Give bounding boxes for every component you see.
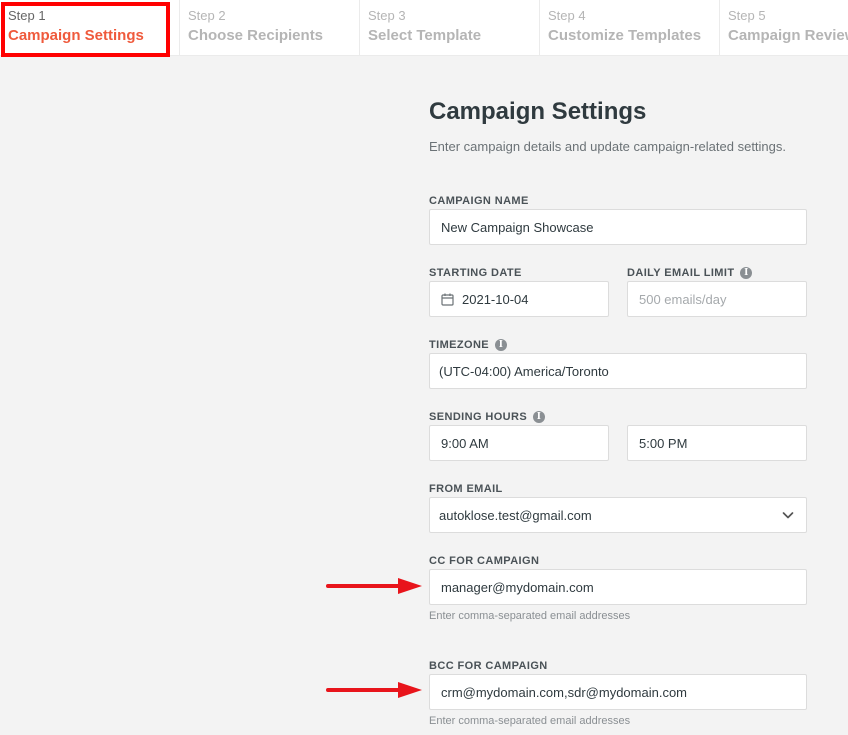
from-email-label: FROM EMAIL: [429, 482, 503, 496]
settings-header: Campaign Settings Enter campaign details…: [429, 96, 807, 156]
sending-hours-label: SENDING HOURS i: [429, 410, 546, 424]
step-title: Choose Recipients: [188, 27, 324, 44]
campaign-name-label: CAMPAIGN NAME: [429, 194, 529, 208]
from-email-select[interactable]: autoklose.test@gmail.com: [429, 497, 807, 533]
step-number: Step 3: [368, 8, 406, 23]
label-text: FROM EMAIL: [429, 483, 503, 495]
step-number: Step 2: [188, 8, 226, 23]
info-icon[interactable]: i: [533, 411, 546, 423]
step-choose-recipients[interactable]: Step 2 Choose Recipients: [180, 0, 360, 55]
info-icon[interactable]: i: [495, 339, 508, 351]
sending-hours-end-input[interactable]: 5:00 PM: [627, 425, 807, 461]
step-title: Campaign Settings: [8, 27, 144, 44]
sending-hours-start-input[interactable]: 9:00 AM: [429, 425, 609, 461]
page-title: Campaign Settings: [429, 98, 647, 125]
field-placeholder: 500 emails/day: [639, 291, 727, 307]
field-value: autoklose.test@gmail.com: [439, 507, 592, 523]
chevron-down-icon: [782, 509, 794, 524]
label-text: TIMEZONE: [429, 339, 490, 351]
field-value: 2021-10-04: [462, 291, 529, 307]
page-subtitle: Enter campaign details and update campai…: [429, 139, 786, 154]
field-value: 9:00 AM: [441, 435, 489, 451]
annotation-arrow-bcc: [326, 682, 422, 698]
label-text: CC FOR CAMPAIGN: [429, 555, 540, 567]
step-number: Step 5: [728, 8, 766, 23]
step-customize-templates[interactable]: Step 4 Customize Templates: [540, 0, 720, 55]
wizard-steps: Step 1 Campaign Settings Step 2 Choose R…: [0, 0, 848, 56]
field-value: manager@mydomain.com: [441, 579, 594, 595]
step-title: Customize Templates: [548, 27, 702, 44]
cc-campaign-label: CC FOR CAMPAIGN: [429, 554, 539, 568]
cc-hint: Enter comma-separated email addresses: [429, 610, 631, 622]
annotation-arrow-cc: [326, 578, 422, 594]
campaign-name-input[interactable]: New Campaign Showcase: [429, 209, 807, 245]
calendar-icon: [441, 293, 454, 306]
timezone-select[interactable]: (UTC-04:00) America/Toronto: [429, 353, 807, 389]
daily-email-limit-input[interactable]: 500 emails/day: [627, 281, 807, 317]
label-text: SENDING HOURS: [429, 411, 528, 423]
step-campaign-review[interactable]: Step 5 Campaign Review: [720, 0, 848, 55]
step-select-template[interactable]: Step 3 Select Template: [360, 0, 540, 55]
starting-date-input[interactable]: 2021-10-04: [429, 281, 609, 317]
bcc-email-input[interactable]: crm@mydomain.com,sdr@mydomain.com: [429, 674, 807, 710]
field-value: New Campaign Showcase: [441, 219, 594, 235]
label-text: BCC FOR CAMPAIGN: [429, 660, 548, 672]
bcc-hint: Enter comma-separated email addresses: [429, 715, 631, 727]
label-text: STARTING DATE: [429, 267, 522, 279]
label-text: DAILY EMAIL LIMIT: [627, 267, 735, 279]
field-value: 5:00 PM: [639, 435, 688, 451]
step-title: Select Template: [368, 27, 482, 44]
cc-email-input[interactable]: manager@mydomain.com: [429, 569, 807, 605]
bcc-campaign-label: BCC FOR CAMPAIGN: [429, 659, 548, 673]
field-value: (UTC-04:00) America/Toronto: [439, 363, 609, 379]
label-text: CAMPAIGN NAME: [429, 195, 529, 207]
starting-date-label: STARTING DATE: [429, 266, 522, 280]
step-campaign-settings[interactable]: Step 1 Campaign Settings: [0, 0, 180, 55]
daily-email-limit-label: DAILY EMAIL LIMIT i: [627, 266, 753, 280]
info-icon[interactable]: i: [740, 267, 753, 279]
step-number: Step 1: [8, 8, 46, 23]
step-number: Step 4: [548, 8, 586, 23]
step-title: Campaign Review: [728, 27, 848, 44]
timezone-label: TIMEZONE i: [429, 338, 508, 352]
field-value: crm@mydomain.com,sdr@mydomain.com: [441, 684, 687, 700]
